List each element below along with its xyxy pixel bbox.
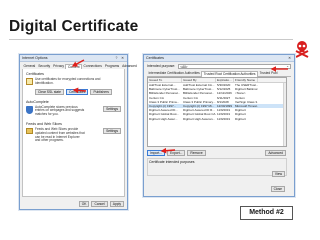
column-expiration[interactable]: Expiratio... — [216, 78, 234, 82]
apply-button[interactable]: Apply — [109, 201, 124, 207]
feeds-settings-button[interactable]: Settings — [103, 127, 121, 134]
tab-intermediate-cas[interactable]: Intermediate Certification Authorities — [147, 71, 201, 76]
advanced-button[interactable]: Advanced — [265, 150, 286, 156]
intended-purposes-label: Certificate intended purposes — [149, 160, 195, 164]
intended-purposes-box: Certificate intended purposes — [147, 158, 287, 176]
autocomplete-description: AutoComplete stores previous entries on … — [35, 104, 85, 117]
certificate-list[interactable]: Issued To Issued By Expiratio... Friendl… — [147, 77, 287, 147]
view-button[interactable]: View — [271, 171, 285, 177]
internet-options-window: Internet Options ? ✕ General Security Pr… — [19, 54, 137, 210]
table-cell: 11/9/2031 — [217, 116, 231, 121]
table-row[interactable]: DigiCert High Assur... DigiCert High Assu… — [148, 117, 286, 121]
window-title: Internet Options — [22, 56, 48, 60]
cancel-button[interactable]: Cancel — [91, 201, 108, 207]
autocomplete-settings-button[interactable]: Settings — [103, 105, 121, 112]
remove-button[interactable]: Remove — [187, 150, 206, 156]
ok-button[interactable]: OK — [78, 201, 90, 207]
intended-purpose-label: Intended purpose: — [147, 64, 176, 69]
skull-crossbones-icon — [295, 41, 309, 58]
feeds-description: Feeds and Web Slices provide updated con… — [35, 126, 85, 143]
close-button[interactable]: Close — [270, 186, 285, 192]
certificate-icon — [26, 78, 33, 85]
close-icon[interactable]: ✕ — [120, 56, 125, 60]
import-button[interactable]: Import... — [147, 150, 166, 156]
certificates-window: Certificates ✕ Intended purpose: <All> I… — [143, 54, 295, 197]
method-label: Method #2 — [240, 206, 293, 220]
column-issued-by[interactable]: Issued By — [182, 78, 216, 82]
clear-ssl-state-button[interactable]: Clear SSL state — [35, 88, 64, 95]
column-issued-to[interactable]: Issued To — [148, 78, 182, 82]
list-scrollbar[interactable] — [283, 83, 286, 146]
certificates-section-label: Certificates — [26, 72, 44, 76]
table-cell: DigiCert High Assuran... — [183, 116, 216, 121]
internet-options-titlebar: Internet Options ? ✕ — [20, 55, 127, 62]
tab-trusted-publishers[interactable]: Trusted Publ — [258, 71, 279, 76]
autocomplete-section-label: AutoComplete — [26, 99, 49, 104]
intended-purpose-select[interactable]: <All> — [178, 64, 291, 69]
feeds-icon — [26, 127, 33, 134]
certificates-button[interactable]: Certificates — [65, 88, 89, 95]
autocomplete-icon — [26, 105, 33, 114]
column-friendly-name[interactable]: Friendly Name — [234, 78, 258, 82]
publishers-button[interactable]: Publishers — [90, 88, 112, 95]
feeds-section-label: Feeds and Web Slices — [26, 121, 62, 126]
export-button[interactable]: Export... — [167, 150, 186, 156]
certificates-titlebar: Certificates ✕ — [144, 55, 294, 62]
table-cell: DigiCert High Assur... — [149, 116, 178, 121]
title-divider — [9, 39, 293, 40]
help-icon[interactable]: ? — [114, 56, 119, 60]
certificates-description: Use certificates for encrypted connectio… — [35, 77, 101, 85]
close-icon[interactable]: ✕ — [287, 56, 292, 60]
slide-title: Digital Certificate — [9, 18, 139, 35]
content-tab-panel: Certificates Use certificates for encryp… — [22, 69, 125, 197]
table-cell: DigiCert — [235, 116, 246, 121]
window-title: Certificates — [146, 56, 164, 60]
